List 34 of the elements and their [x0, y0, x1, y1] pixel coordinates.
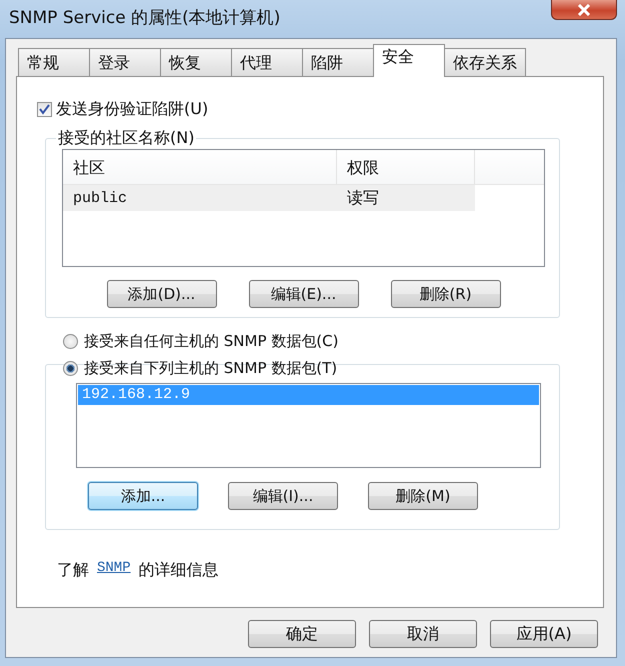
column-header[interactable]: 社区: [63, 150, 337, 184]
dialog-button[interactable]: 取消: [369, 620, 477, 648]
checkbox-label: 发送身份验证陷阱(U): [56, 99, 208, 120]
dialog-button[interactable]: 添加...: [88, 482, 198, 510]
list-row[interactable]: public 读写: [63, 185, 475, 211]
tab[interactable]: 恢复: [160, 48, 232, 77]
dialog-button[interactable]: 删除(R): [390, 280, 500, 308]
table-cell-text: 读写: [346, 188, 380, 208]
dialog-button[interactable]: 删除(M): [368, 482, 478, 510]
dialog-button[interactable]: 编辑(E)...: [248, 280, 358, 308]
dialog-button[interactable]: 编辑(I)...: [228, 482, 338, 510]
dialog-button[interactable]: 应用(A): [490, 620, 598, 648]
close-button[interactable]: [551, 0, 617, 20]
tab[interactable]: 代理: [231, 48, 303, 77]
snmp-link[interactable]: SNMP: [97, 560, 131, 581]
tab[interactable]: 陷阱: [302, 48, 374, 77]
group-title: 接受的社区名称(N): [57, 128, 196, 149]
radio-label: 接受来自任何主机的 SNMP 数据包(C): [84, 332, 338, 351]
window-title: SNMP Service 的属性(本地计算机): [8, 7, 280, 29]
column-header[interactable]: 权限: [337, 150, 475, 184]
tab[interactable]: 登录: [89, 48, 161, 77]
dialog-button[interactable]: 确定: [248, 620, 356, 648]
checkbox[interactable]: [37, 102, 52, 117]
tab[interactable]: 依存关系: [444, 48, 526, 77]
tab[interactable]: 安全: [373, 44, 445, 77]
tab[interactable]: 常规: [18, 48, 90, 77]
dialog-button[interactable]: 添加(D)...: [106, 280, 216, 308]
radio-label: 接受来自下列主机的 SNMP 数据包(T): [84, 359, 338, 378]
info-text: 了解: [57, 560, 89, 581]
close-icon: [577, 4, 591, 16]
info-text: 的详细信息: [138, 560, 219, 581]
table-cell-text: public: [72, 190, 128, 206]
radio-button[interactable]: [63, 361, 78, 376]
radio-button[interactable]: [63, 334, 78, 349]
